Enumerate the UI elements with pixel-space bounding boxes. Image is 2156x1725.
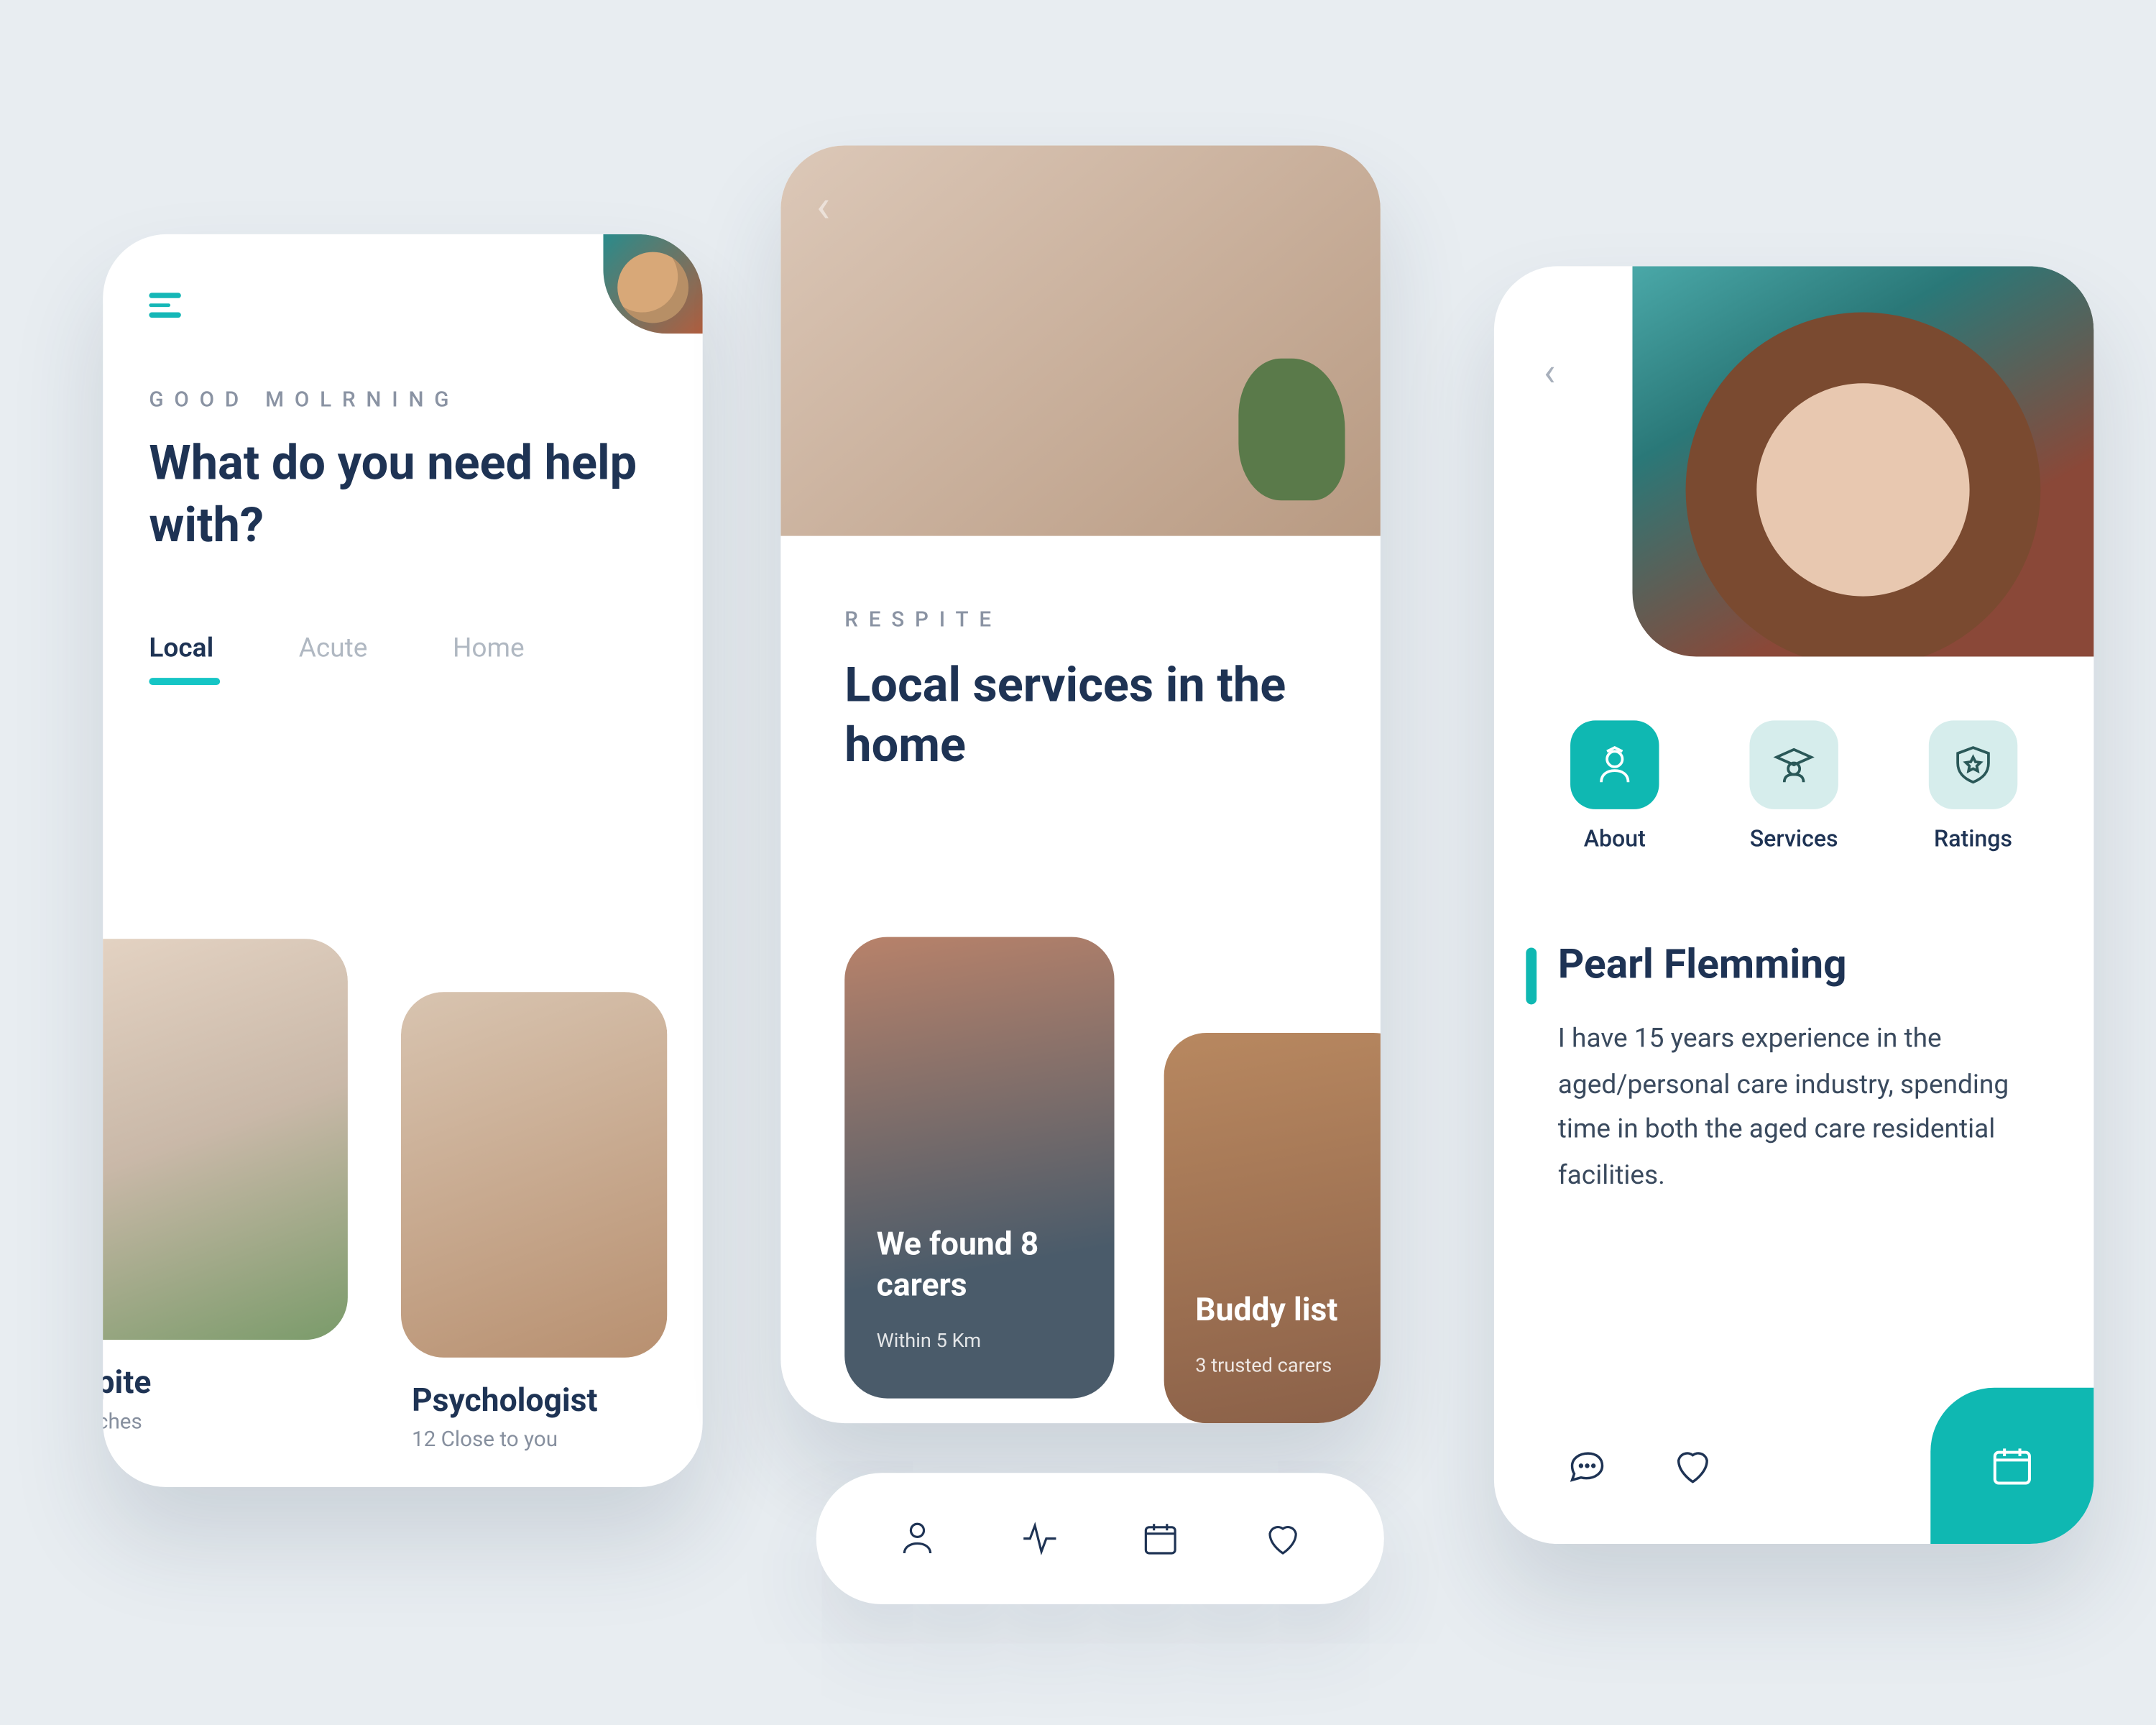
- tab-indicator: [149, 677, 220, 684]
- category-tabs: Local Acute Home: [103, 556, 703, 677]
- tab-label: Services: [1719, 827, 1868, 854]
- action-bar: [1494, 1388, 2094, 1544]
- nav-favorites-icon[interactable]: [1263, 1519, 1302, 1558]
- accent-bar: [1526, 947, 1537, 1004]
- card-image: [401, 992, 667, 1358]
- profile-screen: ‹ About Services Ratings Pearl Flemming …: [1494, 266, 2094, 1544]
- card-subtitle: 8 Matches: [103, 1409, 348, 1469]
- back-button[interactable]: ‹: [1544, 351, 1555, 396]
- headline: What do you need help with?: [103, 432, 703, 556]
- nav-calendar-icon[interactable]: [1141, 1519, 1180, 1558]
- services-screen: ‹ RESPITE Local services in the home We …: [780, 145, 1381, 1423]
- tab-label: About: [1540, 827, 1689, 854]
- service-card-psychologist[interactable]: Psychologist 12 Close to you: [401, 992, 667, 1487]
- results-card-carers[interactable]: We found 8 carers Within 5 Km: [844, 937, 1113, 1399]
- card-subtitle: 3 trusted carers: [1195, 1354, 1332, 1377]
- book-button[interactable]: [1930, 1388, 2093, 1544]
- tab-services[interactable]: Services: [1719, 720, 1868, 853]
- graduate-icon: [1749, 720, 1838, 809]
- chat-icon[interactable]: [1565, 1445, 1608, 1487]
- menu-icon[interactable]: [149, 288, 180, 322]
- category-label: RESPITE: [780, 536, 1381, 657]
- card-title: Buddy list: [1195, 1291, 1381, 1331]
- nurse-icon: [1570, 720, 1659, 809]
- tab-local[interactable]: Local: [149, 631, 213, 663]
- tab-acute[interactable]: Acute: [299, 631, 368, 663]
- nav-activity-icon[interactable]: [1020, 1519, 1059, 1558]
- nav-profile-icon[interactable]: [898, 1519, 937, 1558]
- hero-image: ‹: [780, 145, 1381, 535]
- profile-photo: [1632, 266, 2093, 656]
- favorite-icon[interactable]: [1672, 1445, 1714, 1487]
- bottom-nav: [816, 1473, 1384, 1604]
- results-card-buddy[interactable]: Buddy list 3 trusted carers: [1164, 1033, 1381, 1423]
- tab-about[interactable]: About: [1540, 720, 1689, 853]
- back-button[interactable]: ‹: [816, 181, 830, 234]
- tab-label: Ratings: [1899, 827, 2047, 854]
- profile-avatar[interactable]: [603, 234, 702, 334]
- tab-ratings[interactable]: Ratings: [1899, 720, 2047, 853]
- badge-icon: [1929, 720, 2017, 809]
- headline: Local services in the home: [780, 657, 1381, 777]
- card-title: We found 8 carers: [877, 1226, 1082, 1306]
- card-subtitle: Within 5 Km: [877, 1329, 981, 1352]
- service-card-respite[interactable]: Respite 8 Matches: [103, 939, 348, 1487]
- greeting-text: GOOD MOLRNING: [103, 322, 703, 432]
- tab-home[interactable]: Home: [453, 631, 525, 663]
- card-subtitle: 12 Close to you: [401, 1427, 667, 1487]
- home-screen: GOOD MOLRNING What do you need help with…: [103, 234, 703, 1487]
- carer-bio: I have 15 years experience in the aged/p…: [1558, 1017, 2030, 1198]
- calendar-icon: [1989, 1443, 2035, 1489]
- profile-tabs: About Services Ratings: [1540, 720, 2047, 853]
- card-title: Psychologist: [401, 1358, 667, 1427]
- carer-name: Pearl Flemming: [1558, 941, 2030, 989]
- card-title: Respite: [103, 1340, 348, 1409]
- card-image: [103, 939, 348, 1340]
